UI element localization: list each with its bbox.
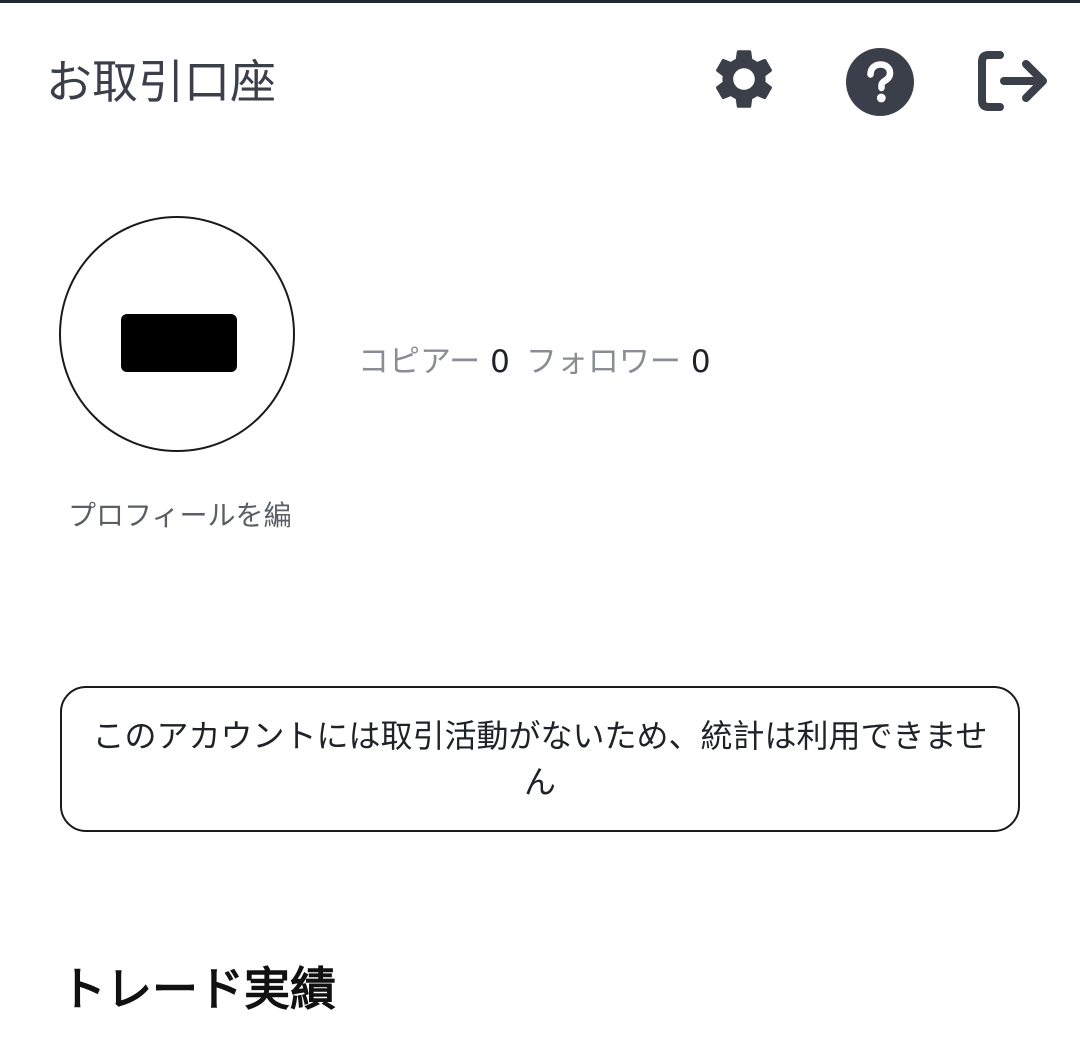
trade-performance-heading: トレード実績 <box>60 962 336 1016</box>
avatar[interactable] <box>59 216 295 452</box>
help-button[interactable] <box>840 42 920 122</box>
top-status-strip <box>0 0 1080 3</box>
logout-button[interactable] <box>974 46 1054 116</box>
gear-icon <box>715 50 773 108</box>
question-circle-icon <box>846 48 914 116</box>
logout-icon <box>978 51 1047 111</box>
page-title: お取引口座 <box>46 55 276 109</box>
notice-text: このアカウントには取引活動がないため、統計は利用できません <box>92 717 988 801</box>
social-stats: コピアー 0 フォロワー 0 <box>358 340 711 384</box>
follower-count: 0 <box>690 344 711 380</box>
edit-profile-link[interactable]: プロフィールを編 <box>68 496 291 536</box>
copier-count: 0 <box>490 344 510 380</box>
no-activity-notice: このアカウントには取引活動がないため、統計は利用できません <box>60 686 1020 832</box>
settings-button[interactable] <box>706 40 782 118</box>
follower-label: フォロワー <box>525 344 681 380</box>
copier-label: コピアー <box>358 344 481 380</box>
avatar-redaction-block <box>121 314 237 372</box>
